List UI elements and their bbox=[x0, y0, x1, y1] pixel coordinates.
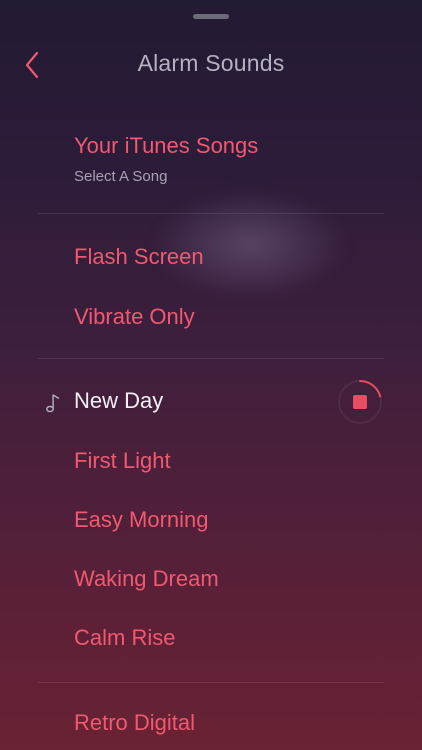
itunes-songs-sublabel: Select A Song bbox=[74, 168, 168, 185]
stop-playback-button[interactable] bbox=[336, 378, 384, 426]
option-vibrate-only[interactable]: Vibrate Only bbox=[74, 304, 195, 330]
page-title: Alarm Sounds bbox=[137, 50, 285, 76]
divider bbox=[38, 213, 384, 214]
sound-item[interactable]: Easy Morning bbox=[74, 507, 209, 533]
sound-item-playing[interactable]: New Day bbox=[74, 388, 163, 414]
itunes-songs-item[interactable]: Your iTunes Songs bbox=[74, 133, 258, 159]
stop-progress-icon bbox=[338, 380, 382, 424]
sound-item[interactable]: First Light bbox=[74, 448, 171, 474]
drag-handle[interactable] bbox=[193, 14, 229, 19]
sound-item[interactable]: Waking Dream bbox=[74, 566, 219, 592]
sound-item[interactable]: Calm Rise bbox=[74, 625, 175, 651]
option-flash-screen[interactable]: Flash Screen bbox=[74, 244, 204, 270]
music-note-icon bbox=[46, 394, 60, 413]
divider bbox=[38, 358, 384, 359]
sound-item-retro-digital[interactable]: Retro Digital bbox=[74, 710, 195, 736]
divider bbox=[38, 682, 384, 683]
